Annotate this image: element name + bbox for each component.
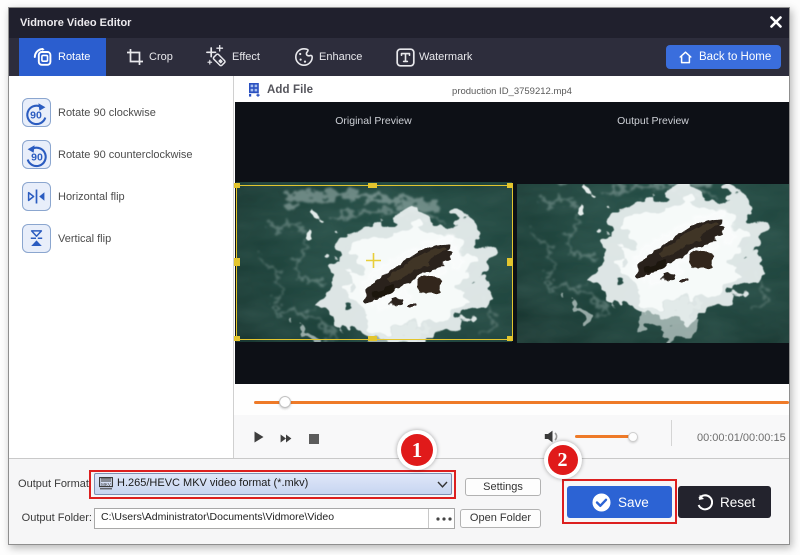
svg-text:90: 90 bbox=[31, 152, 43, 164]
svg-text:90: 90 bbox=[30, 110, 42, 122]
